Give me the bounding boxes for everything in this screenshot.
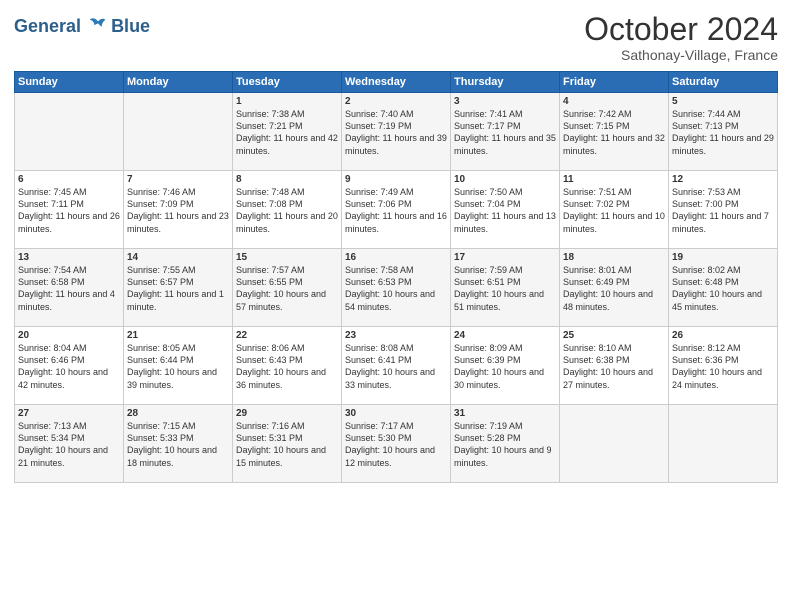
cell-2-0: 13Sunrise: 7:54 AMSunset: 6:58 PMDayligh… bbox=[15, 249, 124, 327]
header-friday: Friday bbox=[560, 72, 669, 93]
header-saturday: Saturday bbox=[669, 72, 778, 93]
week-row-4: 27Sunrise: 7:13 AMSunset: 5:34 PMDayligh… bbox=[15, 405, 778, 483]
week-row-3: 20Sunrise: 8:04 AMSunset: 6:46 PMDayligh… bbox=[15, 327, 778, 405]
header-wednesday: Wednesday bbox=[342, 72, 451, 93]
cell-2-6: 19Sunrise: 8:02 AMSunset: 6:48 PMDayligh… bbox=[669, 249, 778, 327]
logo: General Blue bbox=[14, 16, 150, 38]
cell-2-4: 17Sunrise: 7:59 AMSunset: 6:51 PMDayligh… bbox=[451, 249, 560, 327]
page: General Blue October 2024 Sathonay-Villa… bbox=[0, 0, 792, 612]
cell-0-1 bbox=[124, 93, 233, 171]
header-thursday: Thursday bbox=[451, 72, 560, 93]
cell-4-3: 30Sunrise: 7:17 AMSunset: 5:30 PMDayligh… bbox=[342, 405, 451, 483]
header-tuesday: Tuesday bbox=[233, 72, 342, 93]
cell-4-4: 31Sunrise: 7:19 AMSunset: 5:28 PMDayligh… bbox=[451, 405, 560, 483]
cell-0-6: 5Sunrise: 7:44 AMSunset: 7:13 PMDaylight… bbox=[669, 93, 778, 171]
calendar-table: Sunday Monday Tuesday Wednesday Thursday… bbox=[14, 71, 778, 483]
cell-2-3: 16Sunrise: 7:58 AMSunset: 6:53 PMDayligh… bbox=[342, 249, 451, 327]
logo-text: General bbox=[14, 16, 109, 38]
cell-2-2: 15Sunrise: 7:57 AMSunset: 6:55 PMDayligh… bbox=[233, 249, 342, 327]
cell-4-5 bbox=[560, 405, 669, 483]
title-area: October 2024 Sathonay-Village, France bbox=[584, 12, 778, 63]
header-monday: Monday bbox=[124, 72, 233, 93]
cell-3-0: 20Sunrise: 8:04 AMSunset: 6:46 PMDayligh… bbox=[15, 327, 124, 405]
cell-1-6: 12Sunrise: 7:53 AMSunset: 7:00 PMDayligh… bbox=[669, 171, 778, 249]
month-title: October 2024 bbox=[584, 12, 778, 47]
cell-0-5: 4Sunrise: 7:42 AMSunset: 7:15 PMDaylight… bbox=[560, 93, 669, 171]
cell-3-4: 24Sunrise: 8:09 AMSunset: 6:39 PMDayligh… bbox=[451, 327, 560, 405]
cell-1-5: 11Sunrise: 7:51 AMSunset: 7:02 PMDayligh… bbox=[560, 171, 669, 249]
cell-4-0: 27Sunrise: 7:13 AMSunset: 5:34 PMDayligh… bbox=[15, 405, 124, 483]
cell-3-2: 22Sunrise: 8:06 AMSunset: 6:43 PMDayligh… bbox=[233, 327, 342, 405]
cell-0-4: 3Sunrise: 7:41 AMSunset: 7:17 PMDaylight… bbox=[451, 93, 560, 171]
header: General Blue October 2024 Sathonay-Villa… bbox=[14, 12, 778, 63]
cell-2-5: 18Sunrise: 8:01 AMSunset: 6:49 PMDayligh… bbox=[560, 249, 669, 327]
cell-3-3: 23Sunrise: 8:08 AMSunset: 6:41 PMDayligh… bbox=[342, 327, 451, 405]
cell-3-5: 25Sunrise: 8:10 AMSunset: 6:38 PMDayligh… bbox=[560, 327, 669, 405]
cell-1-0: 6Sunrise: 7:45 AMSunset: 7:11 PMDaylight… bbox=[15, 171, 124, 249]
cell-2-1: 14Sunrise: 7:55 AMSunset: 6:57 PMDayligh… bbox=[124, 249, 233, 327]
cell-4-6 bbox=[669, 405, 778, 483]
logo-line1: General bbox=[14, 16, 81, 36]
cell-3-1: 21Sunrise: 8:05 AMSunset: 6:44 PMDayligh… bbox=[124, 327, 233, 405]
cell-0-0 bbox=[15, 93, 124, 171]
cell-4-2: 29Sunrise: 7:16 AMSunset: 5:31 PMDayligh… bbox=[233, 405, 342, 483]
location-subtitle: Sathonay-Village, France bbox=[584, 47, 778, 63]
week-row-2: 13Sunrise: 7:54 AMSunset: 6:58 PMDayligh… bbox=[15, 249, 778, 327]
cell-0-3: 2Sunrise: 7:40 AMSunset: 7:19 PMDaylight… bbox=[342, 93, 451, 171]
cell-1-2: 8Sunrise: 7:48 AMSunset: 7:08 PMDaylight… bbox=[233, 171, 342, 249]
cell-1-3: 9Sunrise: 7:49 AMSunset: 7:06 PMDaylight… bbox=[342, 171, 451, 249]
cell-4-1: 28Sunrise: 7:15 AMSunset: 5:33 PMDayligh… bbox=[124, 405, 233, 483]
logo-line2: Blue bbox=[111, 17, 150, 37]
logo-bird-icon bbox=[87, 16, 109, 38]
week-row-1: 6Sunrise: 7:45 AMSunset: 7:11 PMDaylight… bbox=[15, 171, 778, 249]
cell-1-1: 7Sunrise: 7:46 AMSunset: 7:09 PMDaylight… bbox=[124, 171, 233, 249]
cell-0-2: 1Sunrise: 7:38 AMSunset: 7:21 PMDaylight… bbox=[233, 93, 342, 171]
cell-3-6: 26Sunrise: 8:12 AMSunset: 6:36 PMDayligh… bbox=[669, 327, 778, 405]
cell-1-4: 10Sunrise: 7:50 AMSunset: 7:04 PMDayligh… bbox=[451, 171, 560, 249]
header-sunday: Sunday bbox=[15, 72, 124, 93]
calendar-header-row: Sunday Monday Tuesday Wednesday Thursday… bbox=[15, 72, 778, 93]
week-row-0: 1Sunrise: 7:38 AMSunset: 7:21 PMDaylight… bbox=[15, 93, 778, 171]
